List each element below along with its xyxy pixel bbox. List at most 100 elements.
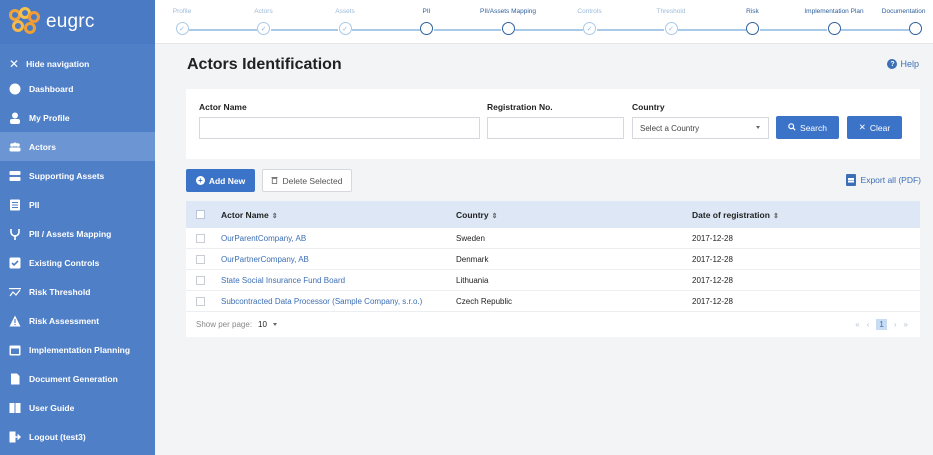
pdf-icon bbox=[845, 174, 856, 186]
sidebar-item-document-generation[interactable]: Document Generation bbox=[0, 364, 155, 393]
check-circle-icon: ✓ bbox=[664, 22, 678, 35]
sort-icon: ⇕ bbox=[271, 212, 278, 220]
circle-icon bbox=[420, 22, 433, 35]
step-actors[interactable]: Actors ✓ bbox=[224, 8, 304, 35]
sidebar-item-implementation-planning[interactable]: Implementation Planning bbox=[0, 335, 155, 364]
add-new-button[interactable]: + Add New bbox=[186, 169, 255, 192]
warning-icon bbox=[9, 315, 21, 327]
row-checkbox[interactable] bbox=[196, 233, 205, 243]
step-documentation[interactable]: Documentation bbox=[866, 8, 926, 35]
search-button[interactable]: Search bbox=[776, 116, 839, 139]
check-circle-icon: ✓ bbox=[583, 22, 596, 35]
sidebar-item-label: Supporting Assets bbox=[29, 170, 105, 181]
trash-icon bbox=[271, 176, 278, 186]
table-row: Subcontracted Data Processor (Sample Com… bbox=[186, 291, 920, 312]
step-controls[interactable]: Controls ✓ bbox=[550, 8, 630, 35]
step-label: PII/Assets Mapping bbox=[480, 8, 536, 15]
actor-name-link[interactable]: State Social Insurance Fund Board bbox=[221, 276, 456, 285]
date-cell: 2017-12-28 bbox=[692, 275, 733, 285]
per-page-select[interactable]: 10 bbox=[258, 320, 277, 329]
sidebar-item-label: Risk Threshold bbox=[29, 286, 91, 297]
step-pii-assets-mapping[interactable]: PII/Assets Mapping bbox=[468, 8, 548, 35]
step-label: Documentation bbox=[881, 8, 926, 15]
sidebar-item-supporting-assets[interactable]: Supporting Assets bbox=[0, 161, 155, 190]
table-row: OurParentCompany, AB Sweden 2017-12-28 bbox=[186, 228, 920, 249]
step-label: Profile bbox=[172, 8, 192, 15]
help-link[interactable]: ? Help bbox=[887, 59, 919, 69]
search-icon bbox=[788, 122, 796, 133]
step-label: Risk bbox=[746, 8, 759, 15]
column-header-actor-name[interactable]: Actor Name ⇕ bbox=[221, 210, 456, 220]
step-risk[interactable]: Risk bbox=[713, 8, 793, 35]
sidebar-item-dashboard[interactable]: Dashboard bbox=[0, 74, 155, 103]
clear-icon: ✕ bbox=[858, 122, 866, 132]
sidebar-item-pii-assets-mapping[interactable]: PII / Assets Mapping bbox=[0, 219, 155, 248]
last-page-icon[interactable]: » bbox=[904, 320, 908, 329]
sidebar-item-label: Logout (test3) bbox=[29, 431, 86, 442]
logo[interactable]: eugrc bbox=[0, 0, 155, 44]
country-cell: Lithuania bbox=[456, 275, 489, 285]
hide-navigation-label: Hide navigation bbox=[26, 59, 90, 69]
step-implementation-plan[interactable]: Implementation Plan bbox=[794, 8, 874, 35]
pagination: « ‹ 1 › » bbox=[848, 319, 908, 330]
dashboard-icon bbox=[9, 83, 21, 95]
delete-selected-button[interactable]: Delete Selected bbox=[262, 169, 352, 192]
country-select-value: Select a Country bbox=[640, 123, 700, 133]
check-circle-icon: ✓ bbox=[175, 22, 189, 35]
circle-icon bbox=[501, 22, 515, 35]
table-header: Actor Name ⇕ Country ⇕ Date of registratio… bbox=[186, 201, 920, 228]
sidebar-item-logout-test3[interactable]: Logout (test3) bbox=[0, 422, 155, 451]
list-icon bbox=[9, 199, 21, 211]
step-pii[interactable]: PII bbox=[387, 8, 467, 35]
logo-mark-icon bbox=[8, 7, 42, 37]
step-profile[interactable]: Profile ✓ bbox=[142, 8, 222, 35]
sidebar-item-existing-controls[interactable]: Existing Controls bbox=[0, 248, 155, 277]
actor-name-input[interactable] bbox=[199, 117, 480, 139]
column-label: Actor Name bbox=[221, 209, 269, 220]
user-icon bbox=[9, 112, 21, 124]
sidebar-item-risk-assessment[interactable]: Risk Assessment bbox=[0, 306, 155, 335]
step-label: Threshold bbox=[656, 8, 686, 15]
sidebar-item-label: Dashboard bbox=[29, 83, 74, 94]
select-all-checkbox[interactable] bbox=[196, 210, 205, 219]
per-page-label: Show per page: bbox=[196, 320, 253, 329]
clear-button[interactable]: ✕ Clear bbox=[847, 116, 902, 139]
sidebar-item-actors[interactable]: Actors bbox=[0, 132, 155, 161]
people-icon bbox=[9, 141, 21, 153]
chevron-down-icon bbox=[272, 323, 277, 327]
actor-name-link[interactable]: OurPartnerCompany, AB bbox=[221, 255, 456, 264]
actor-name-link[interactable]: OurParentCompany, AB bbox=[221, 234, 456, 243]
step-assets[interactable]: Assets ✓ bbox=[305, 8, 385, 35]
registration-input[interactable] bbox=[487, 117, 624, 139]
sidebar-item-my-profile[interactable]: My Profile bbox=[0, 103, 155, 132]
prev-page-icon[interactable]: ‹ bbox=[867, 320, 870, 329]
country-select[interactable]: Select a Country bbox=[632, 117, 769, 139]
export-pdf-link[interactable]: Export all (PDF) bbox=[845, 174, 921, 186]
circle-icon bbox=[827, 22, 841, 35]
country-cell: Sweden bbox=[456, 233, 485, 243]
row-checkbox[interactable] bbox=[196, 275, 205, 285]
help-label: Help bbox=[900, 59, 919, 69]
sidebar-item-user-guide[interactable]: User Guide bbox=[0, 393, 155, 422]
step-threshold[interactable]: Threshold ✓ bbox=[631, 8, 711, 35]
actor-name-link[interactable]: Subcontracted Data Processor (Sample Com… bbox=[221, 297, 456, 306]
sidebar-item-label: Existing Controls bbox=[29, 257, 100, 268]
sidebar-item-risk-threshold[interactable]: Risk Threshold bbox=[0, 277, 155, 306]
sidebar-item-pii[interactable]: PII bbox=[0, 190, 155, 219]
page-title: Actors Identification bbox=[187, 56, 342, 73]
hide-navigation-button[interactable]: ✕ Hide navigation bbox=[0, 54, 155, 74]
logout-icon bbox=[9, 431, 21, 443]
column-label: Country bbox=[456, 209, 489, 220]
mapping-icon bbox=[9, 228, 21, 240]
row-checkbox[interactable] bbox=[196, 254, 205, 264]
chevron-down-icon bbox=[756, 126, 760, 129]
filter-panel: Actor Name Registration No. Country Sele… bbox=[186, 89, 920, 159]
column-header-date[interactable]: Date of registration ⇕ bbox=[692, 210, 920, 220]
column-label: Date of registration bbox=[692, 209, 770, 220]
column-header-country[interactable]: Country ⇕ bbox=[456, 210, 692, 220]
first-page-icon[interactable]: « bbox=[855, 320, 859, 329]
row-checkbox[interactable] bbox=[196, 296, 205, 306]
page-number-current[interactable]: 1 bbox=[876, 319, 887, 330]
next-page-icon[interactable]: › bbox=[894, 320, 897, 329]
book-icon bbox=[9, 402, 21, 414]
